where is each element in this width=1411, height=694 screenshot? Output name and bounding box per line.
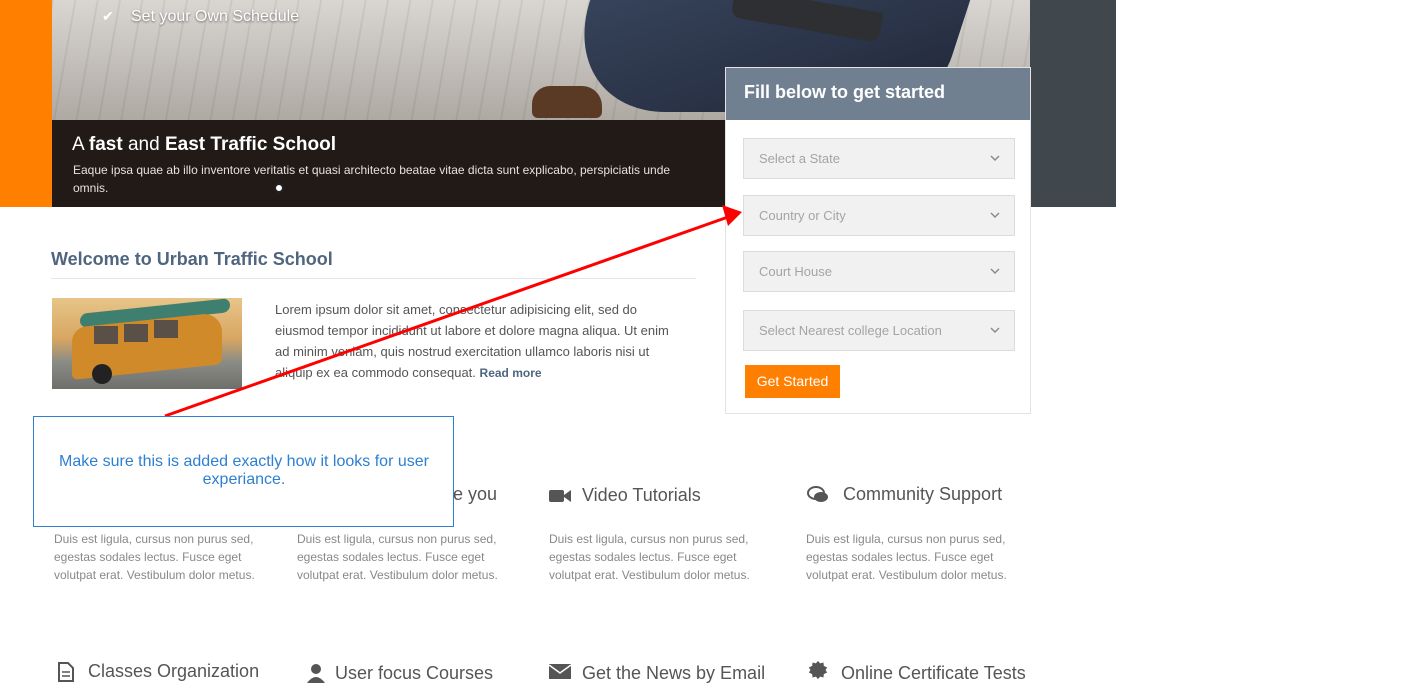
feature-desc-3: Duis est ligula, cursus non purus sed, e… [549,532,750,582]
chevron-down-icon [990,212,1000,218]
bus-image [52,298,242,389]
envelope-icon [548,664,572,679]
form-title: Fill below to get started [744,82,946,102]
state-select[interactable]: Select a State [743,138,1015,179]
welcome-divider [51,278,696,279]
state-select-placeholder: Select a State [759,151,840,166]
gear-badge-icon [808,660,828,680]
court-house-select-placeholder: Court House [759,264,832,279]
chat-bubbles-icon [807,486,828,502]
video-camera-icon [549,490,571,502]
feature-desc-4: Duis est ligula, cursus non purus sed, e… [806,532,1007,582]
feature-title-video: Video Tutorials [582,485,701,505]
form-header: Fill below to get started [726,68,1030,120]
welcome-body: Lorem ipsum dolor sit amet, consectetur … [275,299,685,384]
feature-title-user-focus: User focus Courses [335,663,494,683]
chevron-down-icon [990,268,1000,274]
hero-check-text: Set your Own Schedule [131,8,300,25]
get-started-button[interactable]: Get Started [745,365,840,398]
bus-window [124,324,148,342]
city-select[interactable]: Country or City [743,195,1015,236]
signup-form: Fill below to get started Select a State… [725,67,1031,414]
feature-title-partial: e you [453,484,498,504]
hero-title-fast: fast [88,134,123,155]
feature-title-certificate: Online Certificate Tests [841,663,1026,683]
bus-window [94,326,118,344]
college-location-select-placeholder: Select Nearest college Location [759,323,942,338]
court-house-select[interactable]: Court House [743,251,1015,292]
hero-title: A fast and East Traffic School [72,134,336,156]
city-select-placeholder: Country or City [759,208,846,223]
document-icon [58,662,74,682]
check-icon: ✔ [102,8,114,24]
mouse-cursor-icon [274,183,284,193]
hero-title-a: A [72,134,89,155]
hero-title-and: and [122,134,165,155]
bus-window [154,320,178,338]
feature-title-news-email: Get the News by Email [582,663,766,683]
feature-title-community: Community Support [843,484,1003,504]
dark-side-strip [1030,0,1116,207]
welcome-title: Welcome to Urban Traffic School [51,249,333,269]
chevron-down-icon [990,155,1000,161]
hero-caption: A fast and East Traffic School Eaque ips… [52,120,730,207]
welcome-body-text: Lorem ipsum dolor sit amet, consectetur … [275,302,669,380]
feature-desc-2: Duis est ligula, cursus non purus sed, e… [297,532,498,582]
read-more-link[interactable]: Read more [480,366,542,380]
hero-person-shoe [532,86,602,118]
bus-wheel [92,364,112,384]
chevron-down-icon [990,327,1000,333]
annotation-note: Make sure this is added exactly how it l… [33,416,454,527]
college-location-select[interactable]: Select Nearest college Location [743,310,1015,351]
orange-side-strip [0,0,52,207]
annotation-text: Make sure this is added exactly how it l… [59,453,429,488]
hero-description: Eaque ipsa quae ab illo inventore verita… [73,163,671,195]
feature-title-classes: Classes Organization [88,661,260,681]
feature-desc-1: Duis est ligula, cursus non purus sed, e… [54,532,255,582]
user-icon [307,664,325,683]
hero-title-east: East Traffic School [164,134,337,155]
